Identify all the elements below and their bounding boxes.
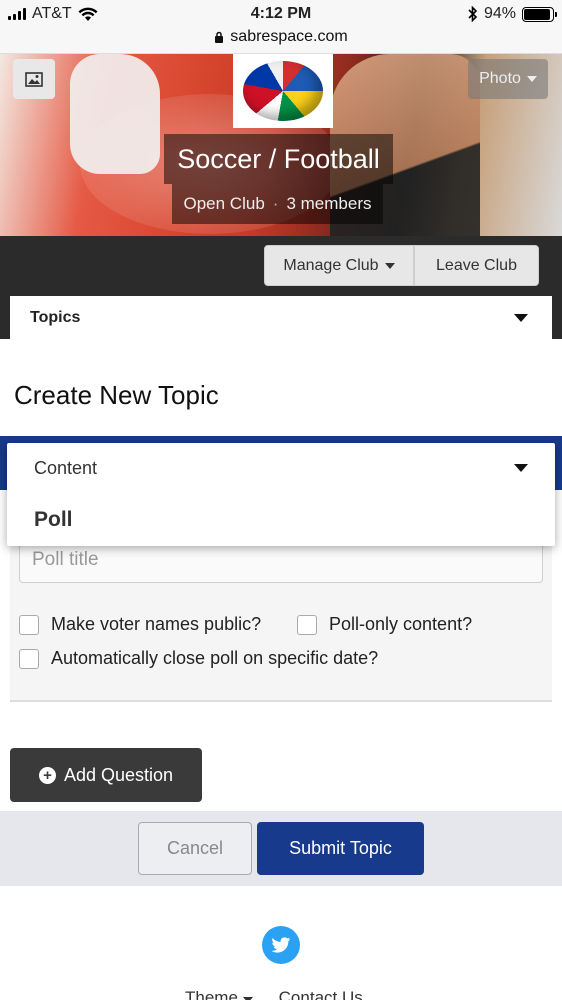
url-text: sabrespace.com — [230, 28, 348, 45]
plus-circle-icon: + — [38, 766, 56, 784]
chevron-down-icon[interactable] — [514, 464, 528, 472]
photo-menu-button[interactable]: Photo — [468, 59, 548, 99]
soccer-ball-icon — [243, 61, 323, 121]
contact-us-link[interactable]: Contact Us — [279, 988, 363, 1000]
chevron-down-icon — [526, 76, 537, 82]
auto-close-checkbox[interactable] — [19, 648, 39, 669]
chevron-down-icon — [514, 313, 528, 322]
page-title: Create New Topic — [14, 380, 219, 410]
member-count[interactable]: 3 members — [286, 194, 371, 214]
lock-icon — [215, 31, 224, 43]
add-question-label: Add Question — [63, 764, 174, 785]
twitter-bird-icon — [271, 936, 291, 953]
cover-shirt-shape — [70, 54, 160, 174]
topics-section-toggle[interactable]: Topics — [10, 296, 552, 339]
separator-dot: · — [272, 194, 279, 213]
club-name: Soccer / Football — [164, 134, 393, 184]
topics-label: Topics — [30, 308, 81, 326]
twitter-icon[interactable] — [262, 926, 300, 964]
chevron-down-icon — [384, 262, 395, 269]
poll-only-label: Poll-only content? — [329, 614, 473, 634]
topic-type-dropdown[interactable]: Content Poll — [7, 443, 555, 546]
battery-fill — [524, 8, 551, 20]
public-voters-checkbox[interactable] — [19, 614, 39, 635]
club-logo — [233, 54, 333, 128]
auto-close-label: Automatically close poll on specific dat… — [51, 648, 379, 668]
footer-links: Theme Contact Us — [185, 988, 363, 1000]
club-meta: Open Club · 3 members — [172, 184, 383, 224]
dropdown-header[interactable]: Content — [34, 458, 97, 479]
club-type: Open Club — [183, 194, 265, 213]
option-poll-only[interactable]: Poll-only content? — [297, 614, 472, 635]
theme-menu[interactable]: Theme — [185, 988, 253, 1000]
battery-percent: 94% — [483, 5, 516, 22]
cancel-button[interactable]: Cancel — [138, 822, 252, 875]
option-auto-close[interactable]: Automatically close poll on specific dat… — [19, 648, 378, 669]
option-public-voters[interactable]: Make voter names public? — [19, 614, 261, 635]
poll-only-checkbox[interactable] — [297, 614, 317, 635]
leave-club-label: Leave Club — [436, 256, 517, 274]
change-cover-button[interactable] — [13, 59, 55, 99]
status-bar: AT&T 4:12 PM 94% — [0, 0, 562, 28]
leave-club-button[interactable]: Leave Club — [414, 245, 539, 286]
bluetooth-icon — [468, 6, 478, 22]
battery-icon — [522, 6, 557, 22]
manage-club-label: Manage Club — [283, 256, 379, 274]
submit-topic-button[interactable]: Submit Topic — [257, 822, 424, 875]
image-icon — [25, 71, 43, 87]
theme-label: Theme — [185, 988, 238, 1000]
manage-club-button[interactable]: Manage Club — [264, 245, 414, 286]
status-right: 94% — [468, 5, 557, 23]
address-bar[interactable]: sabrespace.com — [0, 28, 562, 54]
public-voters-label: Make voter names public? — [51, 614, 262, 634]
url-display[interactable]: sabrespace.com — [214, 28, 348, 46]
dropdown-option-poll[interactable]: Poll — [34, 508, 73, 532]
add-question-button[interactable]: + Add Question — [10, 748, 202, 802]
photo-menu-label: Photo — [479, 70, 521, 87]
